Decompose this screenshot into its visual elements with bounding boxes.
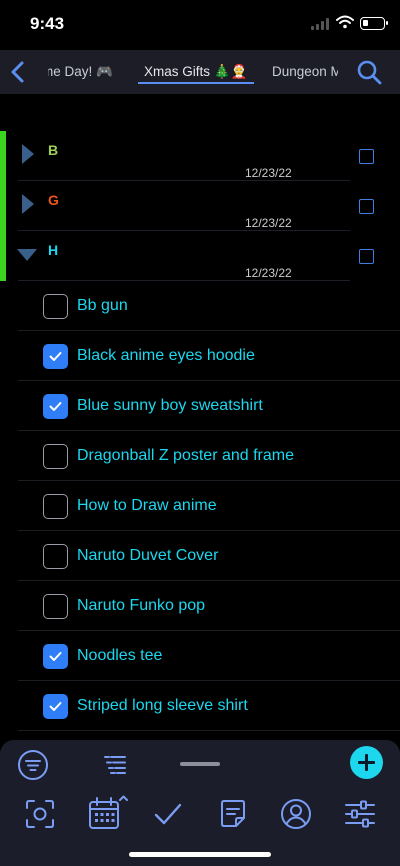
- group-row-g[interactable]: G 12/23/22: [0, 181, 400, 231]
- tab-game-day[interactable]: me Day! 🎮: [48, 64, 113, 80]
- group-date: 12/23/22: [245, 266, 292, 280]
- battery-icon: [360, 17, 388, 30]
- list-item[interactable]: Bb gun: [0, 281, 400, 331]
- top-nav: me Day! 🎮 Xmas Gifts 🎄🤶 Dungeon Ma: [0, 50, 400, 94]
- tab-dungeon[interactable]: Dungeon Ma: [272, 64, 338, 79]
- sort-list-icon[interactable]: [104, 754, 126, 774]
- group-letter: H: [48, 242, 59, 258]
- list-tabs: me Day! 🎮 Xmas Gifts 🎄🤶 Dungeon Ma: [48, 50, 338, 94]
- group-checkbox[interactable]: [359, 199, 374, 214]
- expand-triangle-icon[interactable]: [20, 194, 36, 214]
- list-item[interactable]: Black anime eyes hoodie: [0, 331, 400, 381]
- status-bar: 9:43: [0, 0, 400, 50]
- checked-checkbox[interactable]: [43, 394, 68, 419]
- list-item[interactable]: How to Draw anime: [0, 481, 400, 531]
- settings-sliders-icon[interactable]: [344, 798, 376, 830]
- list-content: B 12/23/22 G 12/23/22 H 12/23/22 Bb gun Black …: [0, 94, 400, 740]
- profile-icon[interactable]: [280, 798, 312, 830]
- checkmark-icon: [49, 652, 62, 661]
- notes-icon[interactable]: [217, 798, 249, 830]
- add-button[interactable]: [350, 746, 383, 779]
- item-label: Dragonball Z poster and frame: [77, 447, 294, 464]
- item-label: Bb gun: [77, 297, 128, 314]
- unchecked-checkbox[interactable]: [43, 544, 68, 569]
- checkmark-icon: [49, 402, 62, 411]
- group-letter: B: [48, 142, 59, 158]
- checked-checkbox[interactable]: [43, 344, 68, 369]
- collapse-triangle-icon[interactable]: [17, 248, 37, 262]
- group-checkbox[interactable]: [359, 249, 374, 264]
- list-item[interactable]: Blue sunny boy sweatshirt: [0, 381, 400, 431]
- checkmark-icon[interactable]: [152, 798, 184, 830]
- item-label: Blue sunny boy sweatshirt: [77, 397, 263, 414]
- home-indicator[interactable]: [129, 852, 271, 857]
- group-checkbox[interactable]: [359, 149, 374, 164]
- item-label: Naruto Duvet Cover: [77, 547, 219, 564]
- tab-xmas-gifts[interactable]: Xmas Gifts 🎄🤶: [144, 64, 247, 80]
- group-date: 12/23/22: [245, 166, 292, 180]
- cellular-signal-icon: [311, 18, 329, 30]
- active-tab-indicator: [138, 82, 254, 84]
- selection-bar: [0, 131, 6, 281]
- item-label: Black anime eyes hoodie: [77, 347, 255, 364]
- unchecked-checkbox[interactable]: [43, 494, 68, 519]
- search-icon[interactable]: [356, 59, 382, 85]
- focus-icon[interactable]: [24, 798, 56, 830]
- group-row-h[interactable]: H 12/23/22: [0, 231, 400, 281]
- checked-checkbox[interactable]: [43, 694, 68, 719]
- bottom-panel: [0, 740, 400, 866]
- unchecked-checkbox[interactable]: [43, 594, 68, 619]
- list-item[interactable]: Dragonball Z poster and frame: [0, 431, 400, 481]
- list-item[interactable]: Naruto Duvet Cover: [0, 531, 400, 581]
- list-item[interactable]: Noodles tee: [0, 631, 400, 681]
- item-label: Naruto Funko pop: [77, 597, 206, 614]
- calendar-icon[interactable]: [88, 794, 130, 832]
- item-label: How to Draw anime: [77, 497, 217, 514]
- item-label: Striped long sleeve shirt: [77, 697, 248, 714]
- unchecked-checkbox[interactable]: [43, 444, 68, 469]
- wifi-icon: [336, 15, 354, 29]
- checked-checkbox[interactable]: [43, 644, 68, 669]
- drag-handle[interactable]: [180, 762, 220, 766]
- checkmark-icon: [49, 702, 62, 711]
- expand-triangle-icon[interactable]: [20, 144, 36, 164]
- group-letter: G: [48, 192, 59, 208]
- unchecked-checkbox[interactable]: [43, 294, 68, 319]
- item-divider: [18, 730, 400, 731]
- item-label: Noodles tee: [77, 647, 163, 664]
- filter-icon[interactable]: [17, 749, 49, 781]
- list-item[interactable]: Striped long sleeve shirt: [0, 681, 400, 731]
- back-icon[interactable]: [6, 58, 30, 86]
- list-item[interactable]: Naruto Funko pop: [0, 581, 400, 631]
- checkmark-icon: [49, 352, 62, 361]
- group-date: 12/23/22: [245, 216, 292, 230]
- status-time: 9:43: [30, 14, 65, 33]
- group-row-b[interactable]: B 12/23/22: [0, 131, 400, 181]
